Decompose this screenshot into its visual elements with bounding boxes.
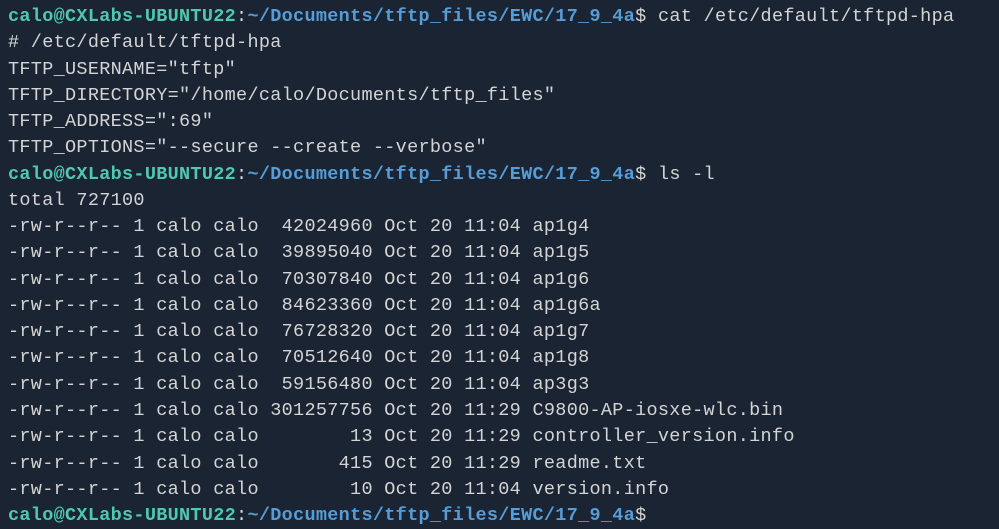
- cwd-path: ~/Documents/tftp_files/EWC/17_9_4a: [247, 6, 635, 27]
- cat-output-line: TFTP_ADDRESS=":69": [8, 109, 991, 135]
- command-text: ls -l: [658, 164, 715, 185]
- colon: :: [236, 164, 247, 185]
- ls-row: -rw-r--r-- 1 calo calo 59156480 Oct 20 1…: [8, 372, 991, 398]
- cwd-path: ~/Documents/tftp_files/EWC/17_9_4a: [247, 505, 635, 526]
- prompt-symbol: $: [635, 164, 646, 185]
- ls-row: -rw-r--r-- 1 calo calo 76728320 Oct 20 1…: [8, 319, 991, 345]
- command-text: [647, 164, 658, 185]
- cwd-path: ~/Documents/tftp_files/EWC/17_9_4a: [247, 164, 635, 185]
- cat-output-line: TFTP_DIRECTORY="/home/calo/Documents/tft…: [8, 83, 991, 109]
- prompt-line-1: calo@CXLabs-UBUNTU22:~/Documents/tftp_fi…: [8, 4, 991, 30]
- ls-row: -rw-r--r-- 1 calo calo 13 Oct 20 11:29 c…: [8, 424, 991, 450]
- prompt-symbol: $: [635, 6, 646, 27]
- ls-row: -rw-r--r-- 1 calo calo 301257756 Oct 20 …: [8, 398, 991, 424]
- user-host: calo@CXLabs-UBUNTU22: [8, 6, 236, 27]
- colon: :: [236, 505, 247, 526]
- prompt-line-3: calo@CXLabs-UBUNTU22:~/Documents/tftp_fi…: [8, 503, 991, 529]
- ls-row: -rw-r--r-- 1 calo calo 39895040 Oct 20 1…: [8, 240, 991, 266]
- user-host: calo@CXLabs-UBUNTU22: [8, 505, 236, 526]
- prompt-symbol: $: [635, 505, 646, 526]
- user-host: calo@CXLabs-UBUNTU22: [8, 164, 236, 185]
- ls-total: total 727100: [8, 188, 991, 214]
- command-text: cat /etc/default/tftpd-hpa: [658, 6, 954, 27]
- command-text: [647, 6, 658, 27]
- ls-row: -rw-r--r-- 1 calo calo 70307840 Oct 20 1…: [8, 267, 991, 293]
- colon: :: [236, 6, 247, 27]
- ls-row: -rw-r--r-- 1 calo calo 84623360 Oct 20 1…: [8, 293, 991, 319]
- cat-output-line: # /etc/default/tftpd-hpa: [8, 30, 991, 56]
- prompt-line-2: calo@CXLabs-UBUNTU22:~/Documents/tftp_fi…: [8, 162, 991, 188]
- cat-output-line: TFTP_USERNAME="tftp": [8, 57, 991, 83]
- cat-output-line: TFTP_OPTIONS="--secure --create --verbos…: [8, 135, 991, 161]
- ls-listing: -rw-r--r-- 1 calo calo 42024960 Oct 20 1…: [8, 214, 991, 503]
- terminal[interactable]: calo@CXLabs-UBUNTU22:~/Documents/tftp_fi…: [8, 4, 991, 529]
- ls-row: -rw-r--r-- 1 calo calo 42024960 Oct 20 1…: [8, 214, 991, 240]
- ls-row: -rw-r--r-- 1 calo calo 415 Oct 20 11:29 …: [8, 451, 991, 477]
- ls-row: -rw-r--r-- 1 calo calo 70512640 Oct 20 1…: [8, 345, 991, 371]
- ls-row: -rw-r--r-- 1 calo calo 10 Oct 20 11:04 v…: [8, 477, 991, 503]
